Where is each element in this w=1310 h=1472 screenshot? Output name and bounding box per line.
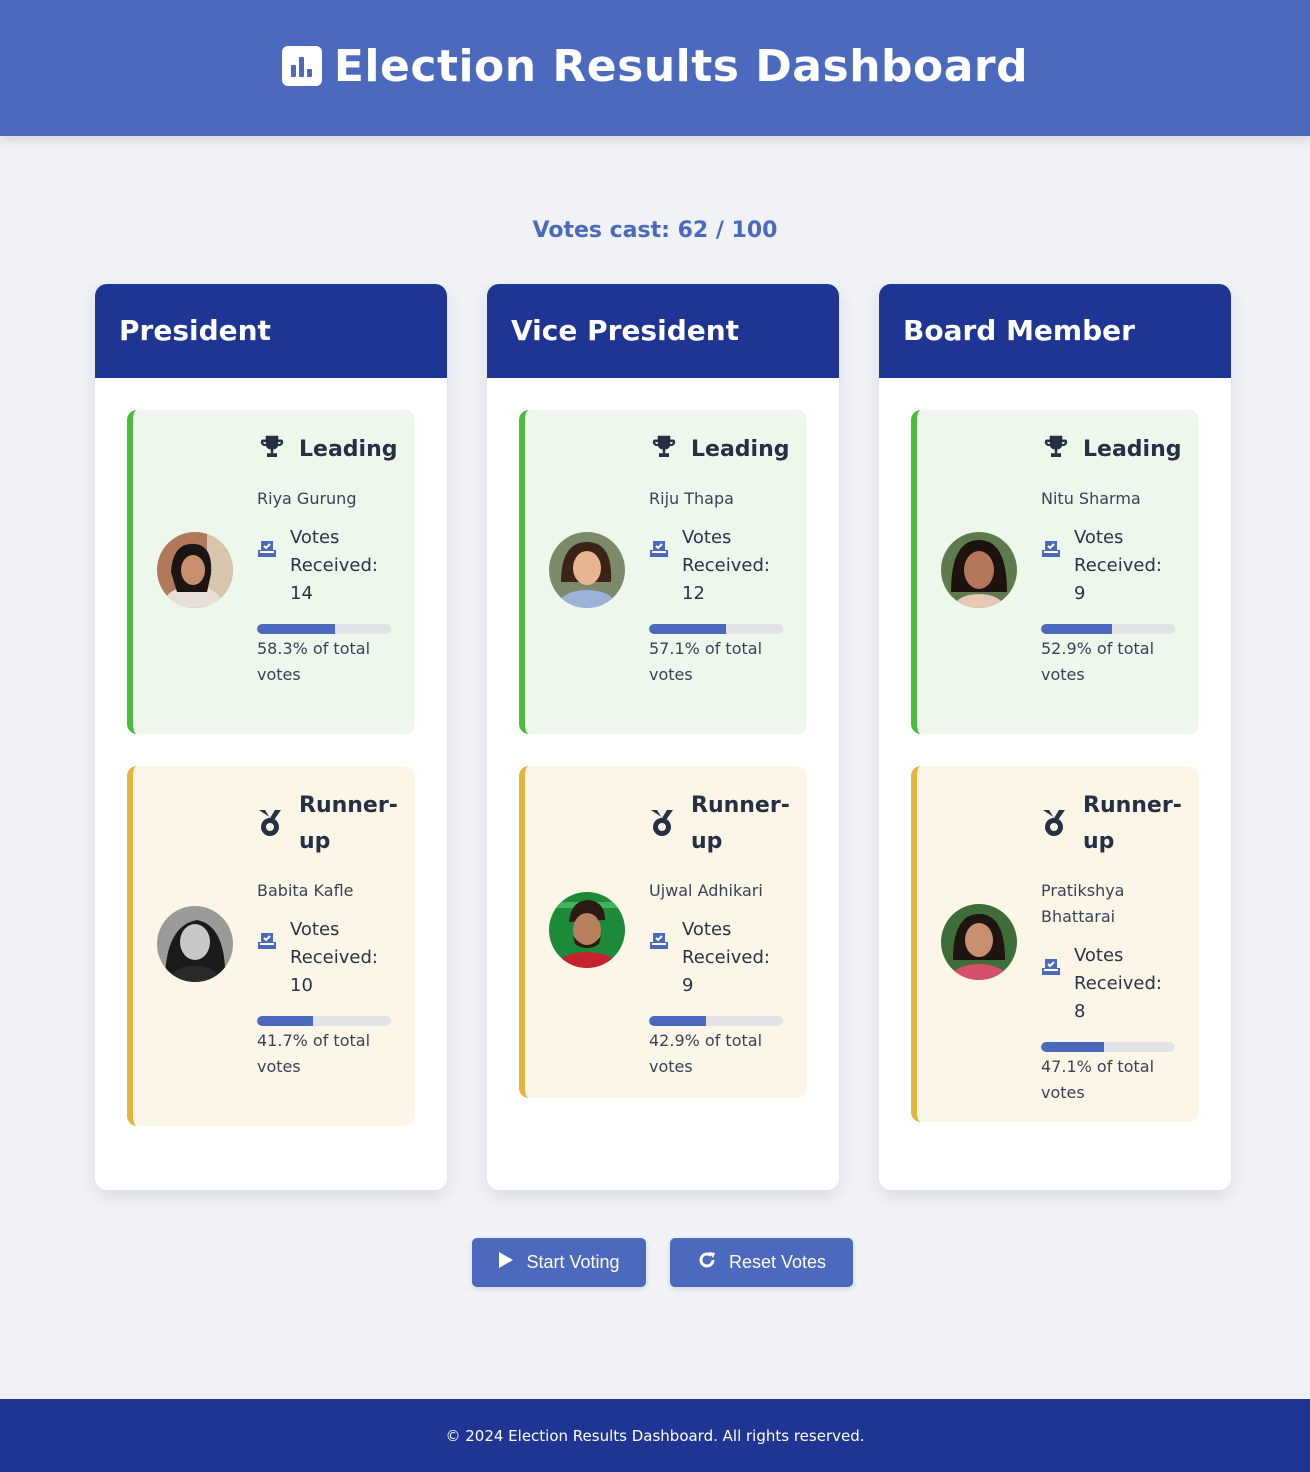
start-voting-label: Start Voting xyxy=(526,1252,620,1272)
ballot-box-icon xyxy=(649,539,669,568)
candidate-card-runner-up: Runner-up Babita Kafle Votes Received: 1… xyxy=(127,766,415,1126)
ballot-box-icon xyxy=(1041,957,1061,986)
play-icon xyxy=(498,1251,514,1274)
medal-icon xyxy=(649,808,675,850)
position-panel-president: President Leading Riya Gurung Votes Rece… xyxy=(95,284,447,1190)
candidate-name: Riya Gurung xyxy=(257,489,357,508)
footer-copyright: © 2024 Election Results Dashboard. All r… xyxy=(445,1426,865,1445)
vote-percentage: 42.9% of total votes xyxy=(649,1031,763,1076)
avatar xyxy=(549,532,625,608)
votes-cast-summary: Votes cast: 62 / 100 xyxy=(532,218,778,243)
vote-percentage: 52.9% of total votes xyxy=(1041,639,1155,684)
candidate-card-leading: Leading Nitu Sharma Votes Received: 9 52… xyxy=(911,410,1199,734)
avatar xyxy=(157,906,233,982)
candidate-card-leading: Leading Riya Gurung Votes Received: 14 5… xyxy=(127,410,415,734)
start-voting-button[interactable]: Start Voting xyxy=(472,1238,646,1287)
ballot-box-icon xyxy=(257,931,277,960)
reset-votes-button[interactable]: Reset Votes xyxy=(670,1238,853,1287)
avatar xyxy=(549,892,625,968)
medal-icon xyxy=(1041,808,1067,850)
vote-progress-bar xyxy=(1041,1042,1175,1052)
page-header: Election Results Dashboard xyxy=(0,0,1310,136)
position-panel-vice-president: Vice President Leading Riju Thapa Votes … xyxy=(487,284,839,1190)
trophy-icon xyxy=(1041,432,1071,474)
refresh-icon xyxy=(697,1250,717,1275)
candidate-card-leading: Leading Riju Thapa Votes Received: 12 57… xyxy=(519,410,807,734)
page-title: Election Results Dashboard xyxy=(333,40,1029,92)
position-title: Vice President xyxy=(487,284,839,378)
candidate-card-runner-up: Runner-up Pratikshya Bhattarai Votes Rec… xyxy=(911,766,1199,1122)
position-title: Board Member xyxy=(879,284,1231,378)
avatar xyxy=(157,532,233,608)
vote-progress-bar xyxy=(257,1016,391,1026)
vote-percentage: 57.1% of total votes xyxy=(649,639,763,684)
candidate-name: Riju Thapa xyxy=(649,489,734,508)
medal-icon xyxy=(257,808,283,850)
vote-percentage: 58.3% of total votes xyxy=(257,639,371,684)
avatar xyxy=(941,904,1017,980)
vote-percentage: 47.1% of total votes xyxy=(1041,1057,1155,1102)
position-title: President xyxy=(95,284,447,378)
candidate-name: Babita Kafle xyxy=(257,881,354,900)
trophy-icon xyxy=(649,432,679,474)
vote-progress-bar xyxy=(1041,624,1175,634)
vote-progress-bar xyxy=(649,624,783,634)
candidate-name: Pratikshya Bhattarai xyxy=(1041,881,1125,926)
vote-percentage: 41.7% of total votes xyxy=(257,1031,371,1076)
page-footer: © 2024 Election Results Dashboard. All r… xyxy=(0,1399,1310,1472)
bar-chart-icon xyxy=(281,46,322,86)
candidate-card-runner-up: Runner-up Ujwal Adhikari Votes Received:… xyxy=(519,766,807,1098)
avatar xyxy=(941,532,1017,608)
trophy-icon xyxy=(257,432,287,474)
position-panel-board-member: Board Member Leading Nitu Sharma Votes R… xyxy=(879,284,1231,1190)
vote-progress-bar xyxy=(649,1016,783,1026)
ballot-box-icon xyxy=(257,539,277,568)
ballot-box-icon xyxy=(649,931,669,960)
candidate-name: Ujwal Adhikari xyxy=(649,881,763,900)
candidate-name: Nitu Sharma xyxy=(1041,489,1141,508)
vote-progress-bar xyxy=(257,624,391,634)
ballot-box-icon xyxy=(1041,539,1061,568)
reset-votes-label: Reset Votes xyxy=(728,1252,827,1272)
